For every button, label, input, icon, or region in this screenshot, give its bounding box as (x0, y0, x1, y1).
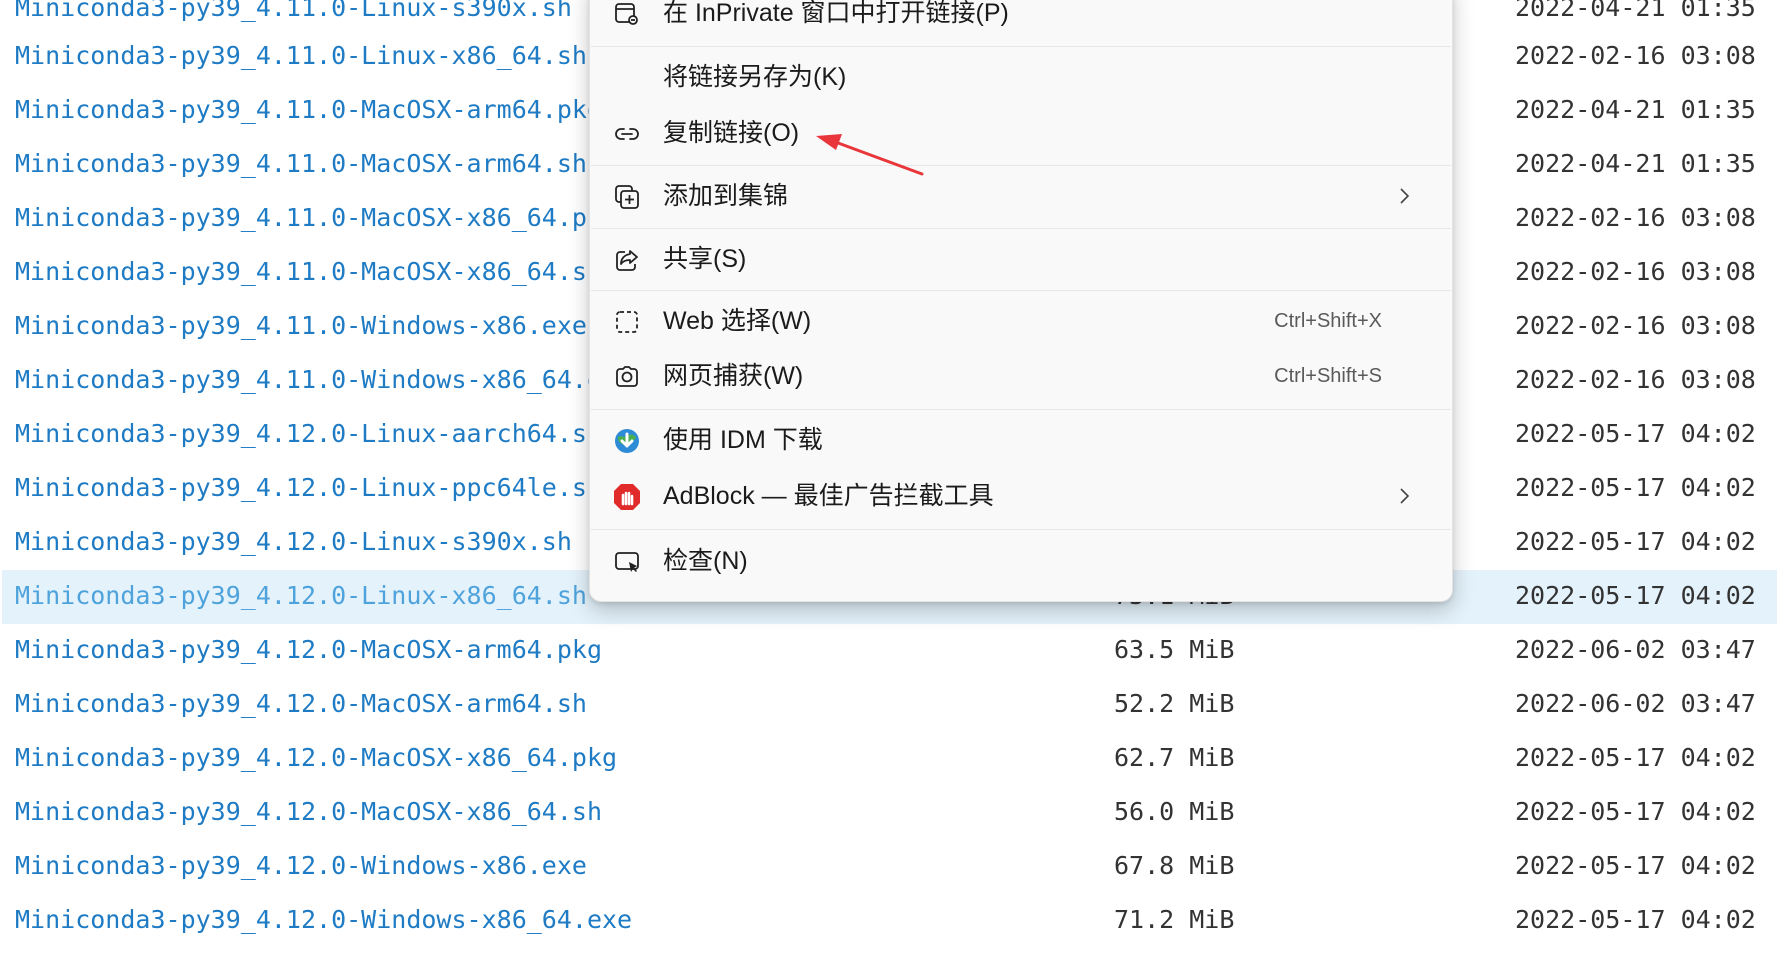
inspect-icon (612, 547, 642, 577)
file-link[interactable]: Miniconda3-py39_4.12.0-Linux-s390x.sh (15, 524, 572, 560)
menu-item-label: Web 选择(W) (663, 307, 812, 335)
file-row: Miniconda3-py39_4.12.0-MacOSX-arm64.pkg … (2, 624, 1777, 678)
file-link[interactable]: Miniconda3-py39_4.11.0-MacOSX-x86_64.pkg (15, 200, 617, 236)
file-row: Miniconda3-py39_4.12.0-Windows-x86_64.ex… (2, 894, 1777, 948)
menu-item-copy-link[interactable]: 复制链接(O) (590, 107, 1452, 159)
menu-item-label: 检查(N) (663, 547, 748, 575)
file-row: Miniconda3-py39_4.12.0-MacOSX-x86_64.sh … (2, 786, 1777, 840)
inprivate-window-icon (612, 0, 642, 29)
menu-item-save-link-as[interactable]: 将链接另存为(K) (590, 51, 1452, 103)
menu-item-label: 添加到集锦 (663, 182, 789, 210)
file-date: 2022-02-16 03:08 (1515, 203, 1756, 232)
menu-item-label: 将链接另存为(K) (663, 63, 847, 91)
file-link[interactable]: Miniconda3-py39_4.11.0-MacOSX-arm64.pkg (15, 92, 602, 128)
file-link[interactable]: Miniconda3-py39_4.12.0-Linux-ppc64le.sh (15, 470, 602, 506)
file-row: Miniconda3-py39_4.12.0-MacOSX-x86_64.pkg… (2, 732, 1777, 786)
file-date: 2022-05-17 04:02 (1515, 743, 1756, 772)
file-size: 63.5 MiB (1114, 635, 1235, 664)
chevron-right-icon (1394, 186, 1414, 206)
file-link[interactable]: Miniconda3-py39_4.11.0-Linux-x86_64.sh (15, 38, 587, 74)
file-link[interactable]: Miniconda3-py39_4.12.0-MacOSX-x86_64.sh (15, 794, 602, 830)
menu-separator (591, 228, 1451, 229)
web-select-icon (612, 307, 642, 337)
file-link[interactable]: Miniconda3-py39_4.12.0-MacOSX-arm64.pkg (15, 632, 602, 668)
file-row: Miniconda3-py39_4.12.0-MacOSX-arm64.sh 5… (2, 678, 1777, 732)
file-date: 2022-04-21 01:35 (1515, 0, 1756, 22)
adblock-hand-icon (612, 482, 642, 512)
file-link[interactable]: Miniconda3-py39_4.12.0-Windows-x86.exe (15, 848, 587, 884)
file-link[interactable]: Miniconda3-py39_4.12.0-MacOSX-arm64.sh (15, 686, 587, 722)
menu-item-web-capture[interactable]: 网页捕获(W) Ctrl+Shift+S (590, 350, 1452, 402)
file-link[interactable]: Miniconda3-py39_4.12.0-Linux-x86_64.sh (15, 578, 587, 614)
file-date: 2022-05-17 04:02 (1515, 419, 1756, 448)
file-date: 2022-05-17 04:02 (1515, 905, 1756, 934)
web-capture-icon (612, 362, 642, 392)
menu-item-label: 复制链接(O) (663, 119, 800, 147)
link-icon (612, 119, 642, 149)
menu-separator (591, 46, 1451, 47)
file-date: 2022-05-17 04:02 (1515, 797, 1756, 826)
file-date: 2022-06-02 03:47 (1515, 635, 1756, 664)
file-date: 2022-06-02 03:47 (1515, 689, 1756, 718)
file-link[interactable]: Miniconda3-py39_4.11.0-MacOSX-x86_64.sh (15, 254, 602, 290)
menu-item-add-to-collections[interactable]: 添加到集锦 (590, 170, 1452, 222)
menu-item-share[interactable]: 共享(S) (590, 233, 1452, 285)
menu-item-label: AdBlock — 最佳广告拦截工具 (663, 482, 994, 510)
file-size: 56.0 MiB (1114, 797, 1235, 826)
file-date: 2022-05-17 04:02 (1515, 851, 1756, 880)
file-date: 2022-04-21 01:35 (1515, 149, 1756, 178)
file-row: Miniconda3-py39_4.12.0-Windows-x86.exe 6… (2, 840, 1777, 894)
file-size: 67.8 MiB (1114, 851, 1235, 880)
file-link[interactable]: Miniconda3-py39_4.12.0-MacOSX-x86_64.pkg (15, 740, 617, 776)
file-link[interactable]: Miniconda3-py39_4.11.0-Windows-x86.exe (15, 308, 587, 344)
file-date: 2022-05-17 04:02 (1515, 527, 1756, 556)
menu-item-open-inprivate[interactable]: 在 InPrivate 窗口中打开链接(P) (590, 0, 1452, 39)
file-link[interactable]: Miniconda3-py39_4.12.0-Linux-aarch64.sh (15, 416, 602, 452)
share-icon (612, 245, 642, 275)
file-date: 2022-02-16 03:08 (1515, 311, 1756, 340)
file-link[interactable]: Miniconda3-py39_4.11.0-MacOSX-arm64.sh (15, 146, 587, 182)
file-date: 2022-02-16 03:08 (1515, 257, 1756, 286)
file-link[interactable]: Miniconda3-py39_4.12.0-Windows-x86_64.ex… (15, 902, 632, 938)
menu-item-label: 使用 IDM 下载 (663, 426, 823, 454)
file-date: 2022-05-17 04:02 (1515, 581, 1756, 610)
menu-item-inspect[interactable]: 检查(N) (590, 535, 1452, 587)
menu-separator (591, 409, 1451, 410)
file-date: 2022-02-16 03:08 (1515, 365, 1756, 394)
file-date: 2022-02-16 03:08 (1515, 41, 1756, 70)
file-link[interactable]: Miniconda3-py39_4.11.0-Windows-x86_64.ex… (15, 362, 632, 398)
menu-separator (591, 529, 1451, 530)
file-size: 71.2 MiB (1114, 905, 1235, 934)
menu-item-label: 共享(S) (663, 245, 747, 273)
file-size: 52.2 MiB (1114, 689, 1235, 718)
menu-separator (591, 290, 1451, 291)
menu-item-idm-download[interactable]: 使用 IDM 下载 (590, 414, 1452, 466)
collections-add-icon (612, 182, 642, 212)
menu-item-adblock[interactable]: AdBlock — 最佳广告拦截工具 (590, 470, 1452, 522)
chevron-right-icon (1394, 486, 1414, 506)
context-menu: 在 InPrivate 窗口中打开链接(P) 将链接另存为(K) 复制链接(O)… (589, 0, 1453, 602)
menu-item-label: 在 InPrivate 窗口中打开链接(P) (663, 0, 1009, 27)
file-date: 2022-05-17 04:02 (1515, 473, 1756, 502)
menu-separator (591, 165, 1451, 166)
menu-item-shortcut: Ctrl+Shift+X (1274, 310, 1382, 332)
file-date: 2022-04-21 01:35 (1515, 95, 1756, 124)
file-size: 62.7 MiB (1114, 743, 1235, 772)
menu-item-web-select[interactable]: Web 选择(W) Ctrl+Shift+X (590, 295, 1452, 347)
idm-globe-icon (612, 426, 642, 456)
menu-item-label: 网页捕获(W) (663, 362, 804, 390)
file-link[interactable]: Miniconda3-py39_4.11.0-Linux-s390x.sh (15, 0, 572, 26)
menu-item-shortcut: Ctrl+Shift+S (1274, 365, 1382, 387)
